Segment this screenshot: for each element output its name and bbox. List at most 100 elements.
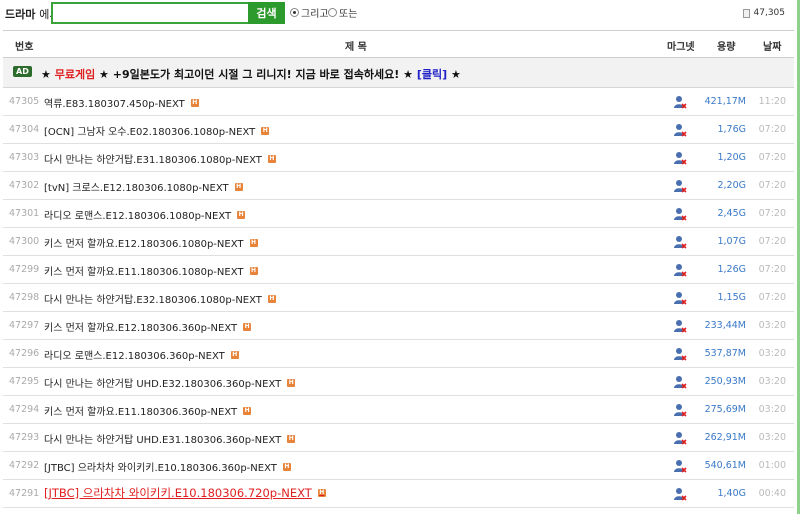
document-icon bbox=[742, 8, 750, 18]
row-size: 537,87M bbox=[704, 348, 746, 359]
row-title-link[interactable]: 역류.E83.180307.450p-NEXT H bbox=[44, 95, 199, 110]
row-title-link[interactable]: 다시 만나는 하얀거탑.E32.180306.1080p-NEXT H bbox=[44, 291, 276, 306]
row-date: 03:20 bbox=[758, 376, 786, 387]
row-title-link[interactable]: 라디오 로맨스.E12.180306.1080p-NEXT H bbox=[44, 207, 246, 222]
hot-badge-icon: H bbox=[267, 294, 276, 303]
row-title-link[interactable]: 키스 먼저 할까요.E12.180306.1080p-NEXT H bbox=[44, 235, 258, 250]
row-title[interactable]: 키스 먼저 할까요.E12.180306.360p-NEXT bbox=[44, 319, 237, 334]
row-title[interactable]: 다시 만나는 하얀거탑 UHD.E31.180306.360p-NEXT bbox=[44, 431, 281, 446]
magnet-download-icon[interactable] bbox=[673, 95, 687, 109]
header-magnet: 마그넷 bbox=[667, 42, 695, 53]
radio-or-dot[interactable] bbox=[328, 8, 337, 17]
row-date: 07:20 bbox=[758, 264, 786, 275]
row-title[interactable]: 다시 만나는 하얀거탑.E31.180306.1080p-NEXT bbox=[44, 151, 262, 166]
row-number: 47291 bbox=[9, 488, 40, 499]
ad-star-icon: ★ bbox=[41, 68, 51, 81]
row-size: 1,20G bbox=[717, 152, 746, 163]
ad-click-link[interactable]: [클릭] bbox=[417, 68, 447, 81]
row-title-link[interactable]: 키스 먼저 할까요.E11.180306.360p-NEXT H bbox=[44, 403, 252, 418]
row-title-link[interactable]: [tvN] 크로스.E12.180306.1080p-NEXT H bbox=[44, 179, 243, 194]
radio-and[interactable]: 그리고 bbox=[290, 5, 329, 20]
radio-and-label: 그리고 bbox=[301, 9, 329, 20]
search-button[interactable]: 검색 bbox=[248, 2, 285, 24]
row-title-link[interactable]: 다시 만나는 하얀거탑.E31.180306.1080p-NEXT H bbox=[44, 151, 276, 166]
row-title[interactable]: 다시 만나는 하얀거탑.E32.180306.1080p-NEXT bbox=[44, 291, 262, 306]
row-title[interactable]: [JTBC] 으라차차 와이키키.E10.180306.360p-NEXT bbox=[44, 459, 277, 474]
row-size: 250,93M bbox=[704, 376, 746, 387]
row-title[interactable]: 키스 먼저 할까요.E11.180306.360p-NEXT bbox=[44, 403, 237, 418]
row-title-link[interactable]: 다시 만나는 하얀거탑 UHD.E31.180306.360p-NEXT H bbox=[44, 431, 296, 446]
row-size: 421,17M bbox=[704, 96, 746, 107]
table-row: 47293 다시 만나는 하얀거탑 UHD.E31.180306.360p-NEX… bbox=[3, 424, 794, 452]
table-row: 47305 역류.E83.180307.450p-NEXT H 421,17M 11:2… bbox=[3, 88, 794, 116]
row-title-link[interactable]: [JTBC] 으라차차 와이키키.E10.180306.360p-NEXT H bbox=[44, 459, 291, 474]
row-title[interactable]: 역류.E83.180307.450p-NEXT bbox=[44, 95, 185, 110]
ad-star-icon: ★ bbox=[450, 68, 461, 81]
hot-badge-icon: H bbox=[190, 98, 199, 107]
row-size: 1,40G bbox=[717, 488, 746, 499]
magnet-download-icon[interactable] bbox=[673, 123, 687, 137]
row-size: 2,45G bbox=[717, 208, 746, 219]
row-title[interactable]: 라디오 로맨스.E12.180306.360p-NEXT bbox=[44, 347, 225, 362]
table-row: 47300 키스 먼저 할까요.E12.180306.1080p-NEXT H 1,0… bbox=[3, 228, 794, 256]
row-title[interactable]: 키스 먼저 할까요.E12.180306.1080p-NEXT bbox=[44, 235, 244, 250]
radio-and-dot[interactable] bbox=[290, 8, 299, 17]
table-row: 47297 키스 먼저 할까요.E12.180306.360p-NEXT H 233,… bbox=[3, 312, 794, 340]
magnet-download-icon[interactable] bbox=[673, 459, 687, 473]
table-row: 47301 라디오 로맨스.E12.180306.1080p-NEXT H 2,45G… bbox=[3, 200, 794, 228]
magnet-download-icon[interactable] bbox=[673, 487, 687, 501]
hot-badge-icon: H bbox=[249, 266, 258, 275]
row-title[interactable]: [OCN] 그남자 오수.E02.180306.1080p-NEXT bbox=[44, 123, 255, 138]
magnet-download-icon[interactable] bbox=[673, 319, 687, 333]
row-size: 1,07G bbox=[717, 236, 746, 247]
radio-or[interactable]: 또는 bbox=[328, 5, 357, 20]
row-number: 47295 bbox=[9, 376, 40, 387]
magnet-download-icon[interactable] bbox=[673, 375, 687, 389]
row-date: 03:20 bbox=[758, 432, 786, 443]
search-category: 드라마 bbox=[5, 8, 36, 21]
row-title[interactable]: [JTBC] 으라차차 와이키키.E10.180306.720p-NEXT bbox=[44, 485, 312, 501]
header-date: 날짜 bbox=[763, 42, 782, 53]
row-size: 2,20G bbox=[717, 180, 746, 191]
magnet-download-icon[interactable] bbox=[673, 263, 687, 277]
magnet-download-icon[interactable] bbox=[673, 347, 687, 361]
hot-badge-icon: H bbox=[261, 126, 270, 135]
ad-text[interactable]: ★ 무료게임 ★ +9일본도가 최고이던 시절 그 리니지! 지금 바로 접속하… bbox=[41, 66, 461, 82]
row-date: 00:40 bbox=[758, 488, 786, 499]
row-title-link[interactable]: 키스 먼저 할까요.E12.180306.360p-NEXT H bbox=[44, 319, 252, 334]
row-title[interactable]: 다시 만나는 하얀거탑 UHD.E32.180306.360p-NEXT bbox=[44, 375, 281, 390]
magnet-download-icon[interactable] bbox=[673, 291, 687, 305]
row-title-link[interactable]: 다시 만나는 하얀거탑 UHD.E32.180306.360p-NEXT H bbox=[44, 375, 296, 390]
hot-badge-icon: H bbox=[237, 210, 246, 219]
row-date: 03:20 bbox=[758, 404, 786, 415]
magnet-download-icon[interactable] bbox=[673, 431, 687, 445]
magnet-download-icon[interactable] bbox=[673, 403, 687, 417]
magnet-download-icon[interactable] bbox=[673, 207, 687, 221]
row-date: 01:00 bbox=[758, 460, 786, 471]
magnet-download-icon[interactable] bbox=[673, 235, 687, 249]
row-title[interactable]: 라디오 로맨스.E12.180306.1080p-NEXT bbox=[44, 207, 231, 222]
row-number: 47293 bbox=[9, 432, 40, 443]
row-title-link[interactable]: [JTBC] 으라차차 와이키키.E10.180306.720p-NEXT H bbox=[44, 485, 326, 501]
row-date: 11:20 bbox=[758, 96, 786, 107]
row-number: 47300 bbox=[9, 236, 40, 247]
row-number: 47301 bbox=[9, 208, 40, 219]
row-size: 233,44M bbox=[704, 320, 746, 331]
row-title-link[interactable]: 키스 먼저 할까요.E11.180306.1080p-NEXT H bbox=[44, 263, 258, 278]
magnet-download-icon[interactable] bbox=[673, 151, 687, 165]
table-row: 47294 키스 먼저 할까요.E11.180306.360p-NEXT H 275,… bbox=[3, 396, 794, 424]
row-size: 262,91M bbox=[704, 432, 746, 443]
ad-message: +9일본도가 최고이던 시절 그 리니지! 지금 바로 접속하세요! bbox=[112, 68, 400, 81]
row-number: 47305 bbox=[9, 96, 40, 107]
row-title[interactable]: 키스 먼저 할까요.E11.180306.1080p-NEXT bbox=[44, 263, 244, 278]
row-number: 47296 bbox=[9, 348, 40, 359]
ad-row[interactable]: AD ★ 무료게임 ★ +9일본도가 최고이던 시절 그 리니지! 지금 바로 … bbox=[3, 58, 794, 88]
row-title-link[interactable]: [OCN] 그남자 오수.E02.180306.1080p-NEXT H bbox=[44, 123, 270, 138]
magnet-download-icon[interactable] bbox=[673, 179, 687, 193]
row-number: 47294 bbox=[9, 404, 40, 415]
search-input[interactable] bbox=[51, 2, 250, 24]
table-row: 47296 라디오 로맨스.E12.180306.360p-NEXT H 537,87… bbox=[3, 340, 794, 368]
row-title[interactable]: [tvN] 크로스.E12.180306.1080p-NEXT bbox=[44, 179, 229, 194]
row-date: 03:20 bbox=[758, 320, 786, 331]
row-title-link[interactable]: 라디오 로맨스.E12.180306.360p-NEXT H bbox=[44, 347, 239, 362]
